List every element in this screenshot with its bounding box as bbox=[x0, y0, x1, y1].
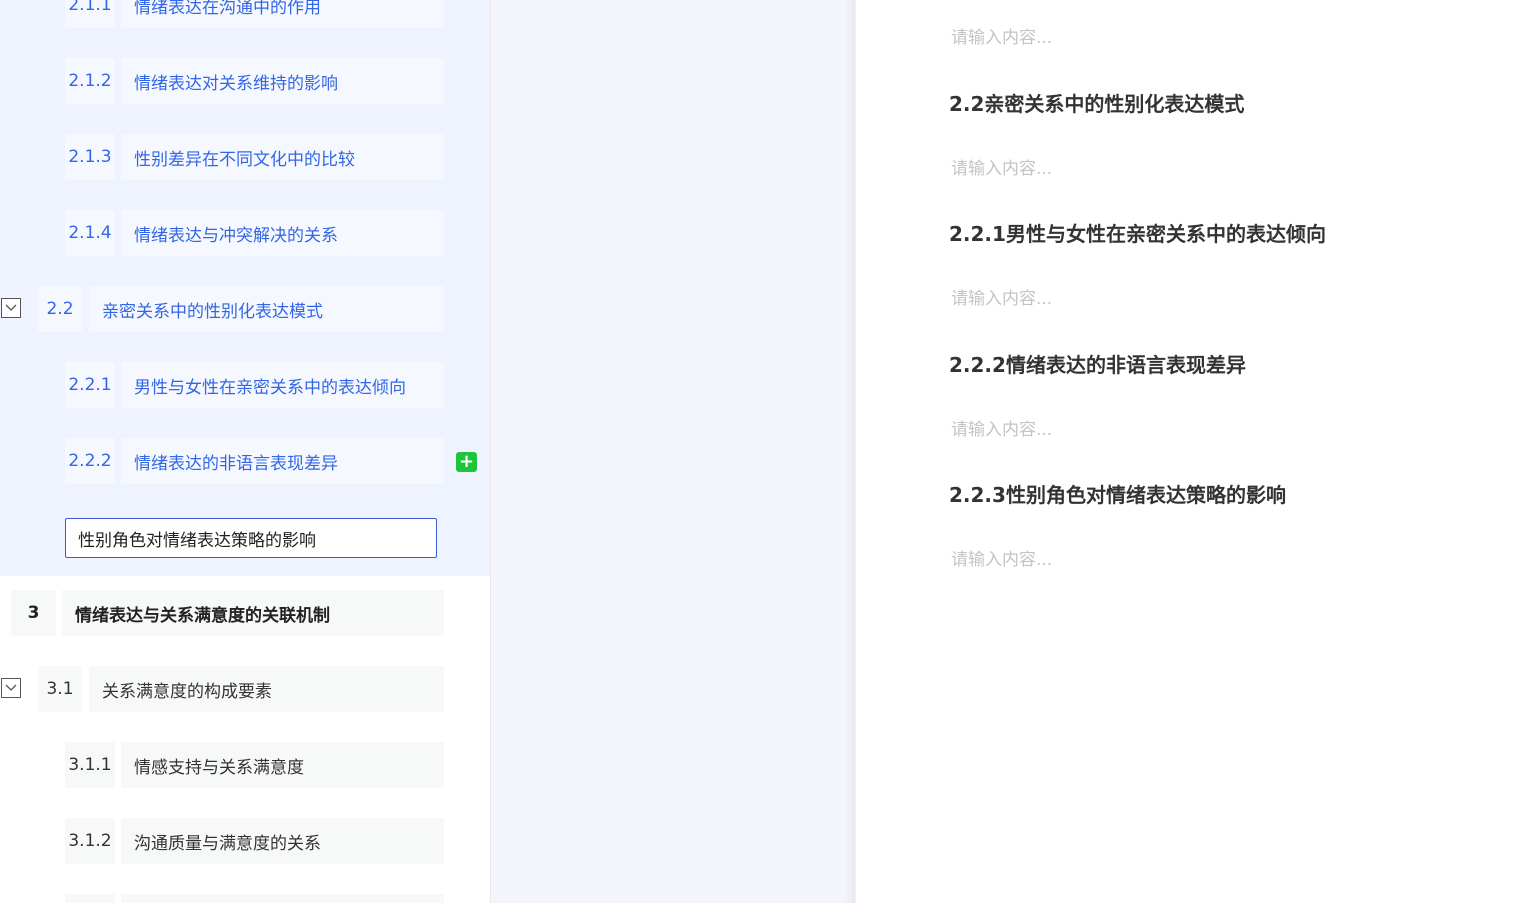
outline-item[interactable]: 2.1.3 性别差异在不同文化中的比较 bbox=[0, 134, 490, 180]
outline-item-number: 2.1.2 bbox=[65, 58, 115, 104]
outline-item-title[interactable]: 情绪表达与冲突解决的关系 bbox=[121, 210, 444, 256]
section-heading: 2.2.1男性与女性在亲密关系中的表达倾向 bbox=[949, 222, 1326, 246]
outline-item-number: 2.1.1 bbox=[65, 0, 115, 28]
outline-item[interactable] bbox=[0, 894, 490, 903]
outline-item-number: 2.2.2 bbox=[65, 438, 115, 484]
content-placeholder[interactable]: 请输入内容... bbox=[951, 23, 1052, 48]
section-heading: 2.2.3性别角色对情绪表达策略的影响 bbox=[949, 483, 1286, 507]
outline-item-title[interactable]: 沟通质量与满意度的关系 bbox=[121, 818, 444, 864]
document-shadow bbox=[845, 0, 856, 903]
collapse-toggle[interactable] bbox=[1, 298, 21, 318]
section-heading: 2.2.2情绪表达的非语言表现差异 bbox=[949, 353, 1246, 377]
content-placeholder[interactable]: 请输入内容... bbox=[951, 415, 1052, 440]
outline-item-number: 3.1 bbox=[38, 666, 82, 712]
outline-item-edit-input[interactable] bbox=[65, 518, 437, 558]
outline-item-number: 3.1.1 bbox=[65, 742, 115, 788]
outline-item[interactable]: 3 情绪表达与关系满意度的关联机制 bbox=[0, 590, 490, 636]
outline-item-title[interactable]: 性别差异在不同文化中的比较 bbox=[121, 134, 444, 180]
document-panel: 请输入内容... 2.2亲密关系中的性别化表达模式 请输入内容... 2.2.1… bbox=[856, 0, 1520, 903]
outline-item-title[interactable] bbox=[121, 894, 444, 903]
outline-item-number: 2.2 bbox=[38, 286, 82, 332]
outline-item[interactable]: 2.1.4 情绪表达与冲突解决的关系 bbox=[0, 210, 490, 256]
outline-item-title[interactable]: 亲密关系中的性别化表达模式 bbox=[89, 286, 444, 332]
outline-item-title[interactable]: 关系满意度的构成要素 bbox=[89, 666, 444, 712]
outline-item[interactable]: 2.2.2 情绪表达的非语言表现差异 bbox=[0, 438, 490, 484]
chevron-down-icon bbox=[5, 684, 17, 691]
outline-item[interactable]: 3.1 关系满意度的构成要素 bbox=[0, 666, 490, 712]
outline-item-number: 2.2.1 bbox=[65, 362, 115, 408]
outline-item[interactable]: 2.2.1 男性与女性在亲密关系中的表达倾向 bbox=[0, 362, 490, 408]
outline-item[interactable]: 3.1.1 情感支持与关系满意度 bbox=[0, 742, 490, 788]
chevron-down-icon bbox=[5, 304, 17, 311]
section-heading: 2.2亲密关系中的性别化表达模式 bbox=[949, 92, 1245, 116]
outline-item-number: 2.1.3 bbox=[65, 134, 115, 180]
outline-item[interactable]: 3.1.2 沟通质量与满意度的关系 bbox=[0, 818, 490, 864]
outline-item[interactable]: 2.1.2 情绪表达对关系维持的影响 bbox=[0, 58, 490, 104]
outline-item-title[interactable]: 男性与女性在亲密关系中的表达倾向 bbox=[121, 362, 444, 408]
panel-divider-area bbox=[491, 0, 855, 903]
outline-item-number: 3 bbox=[11, 590, 56, 636]
outline-item[interactable]: 2.2 亲密关系中的性别化表达模式 bbox=[0, 286, 490, 332]
outline-item-title[interactable]: 情感支持与关系满意度 bbox=[121, 742, 444, 788]
outline-item-title[interactable]: 情绪表达在沟通中的作用 bbox=[121, 0, 444, 28]
outline-item-title[interactable]: 情绪表达与关系满意度的关联机制 bbox=[62, 590, 444, 636]
collapse-toggle[interactable] bbox=[1, 678, 21, 698]
content-placeholder[interactable]: 请输入内容... bbox=[951, 154, 1052, 179]
outline-item-number: 2.1.4 bbox=[65, 210, 115, 256]
add-item-button[interactable]: + bbox=[456, 452, 477, 472]
outline-item[interactable]: 2.1.1 情绪表达在沟通中的作用 bbox=[0, 0, 490, 28]
outline-item-title[interactable]: 情绪表达对关系维持的影响 bbox=[121, 58, 444, 104]
content-placeholder[interactable]: 请输入内容... bbox=[951, 284, 1052, 309]
outline-item-number bbox=[65, 894, 115, 903]
outline-panel: 2.1.1 情绪表达在沟通中的作用 2.1.2 情绪表达对关系维持的影响 2.1… bbox=[0, 0, 491, 903]
outline-item-number: 3.1.2 bbox=[65, 818, 115, 864]
outline-item-title[interactable]: 情绪表达的非语言表现差异 bbox=[121, 438, 444, 484]
content-placeholder[interactable]: 请输入内容... bbox=[951, 545, 1052, 570]
